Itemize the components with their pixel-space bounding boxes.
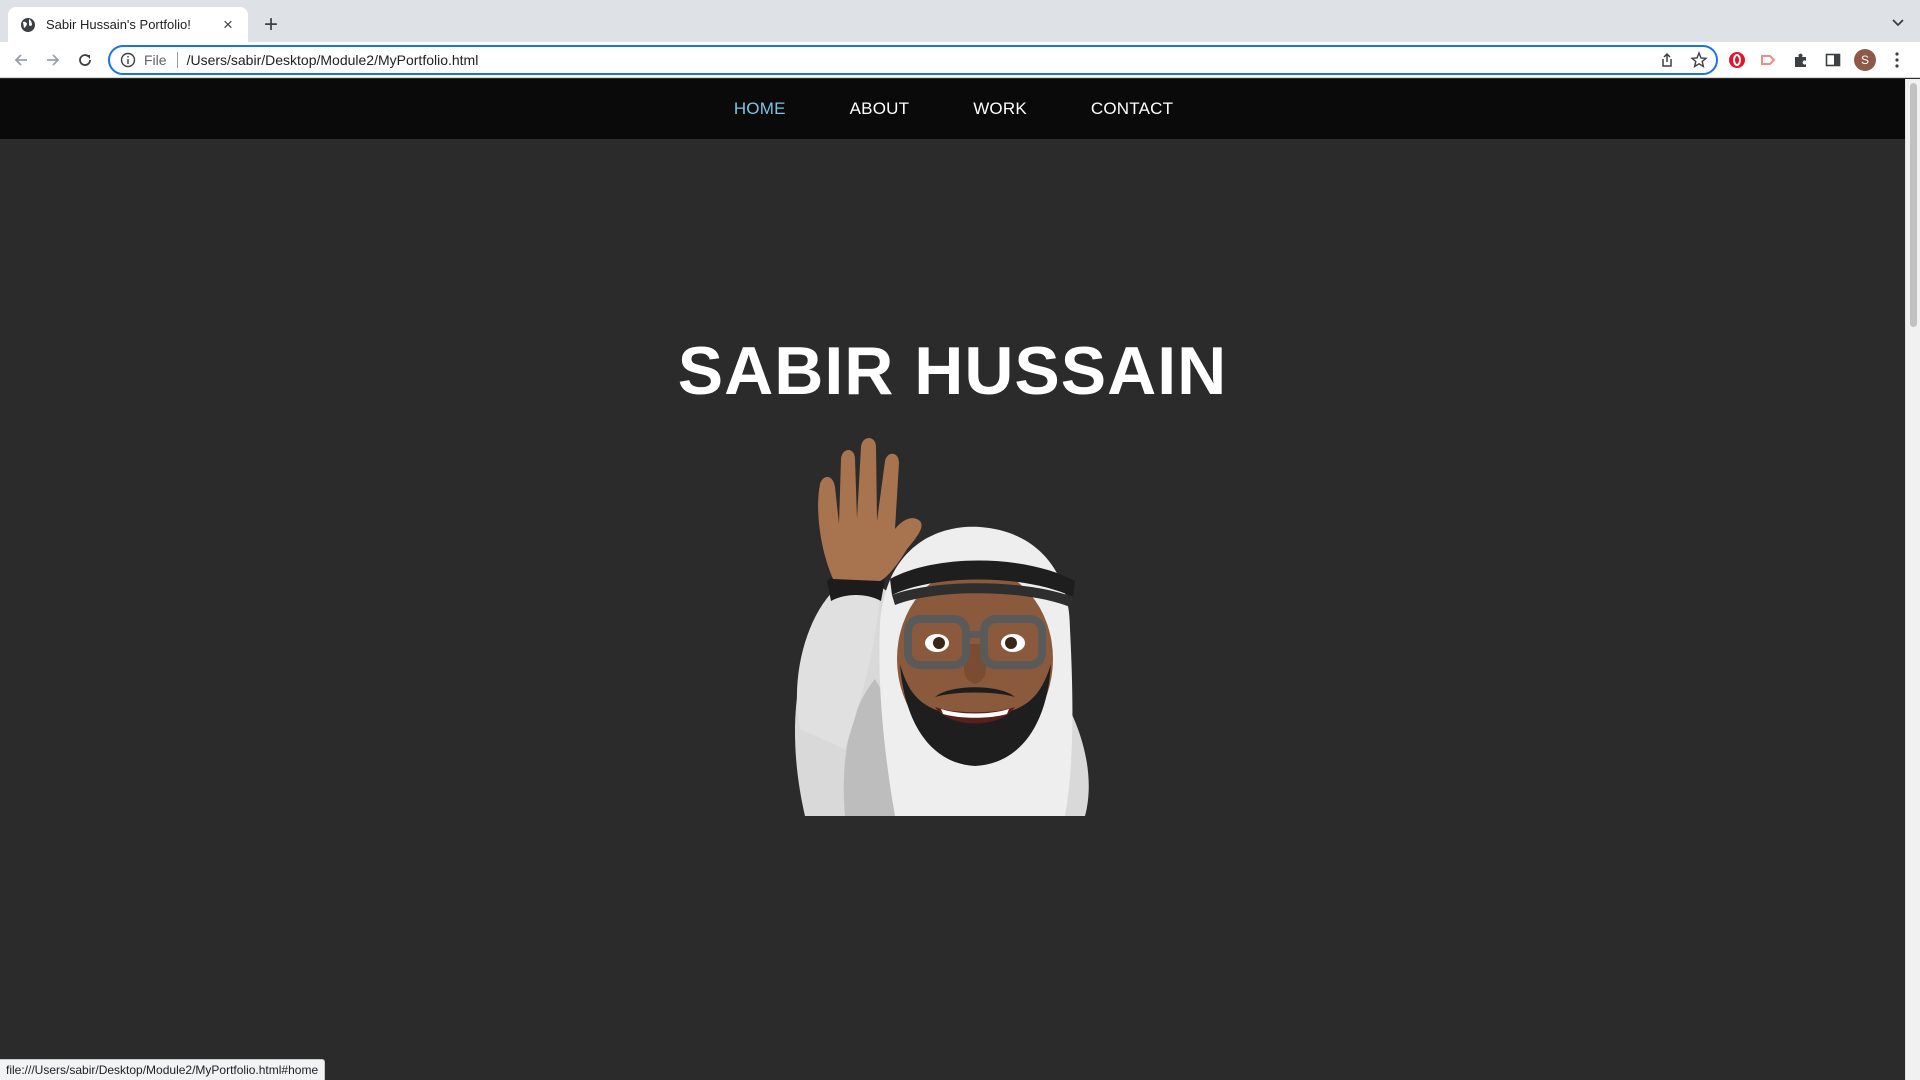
- forward-arrow-icon: [47, 54, 60, 66]
- nav-link-contact[interactable]: CONTACT: [1091, 99, 1173, 119]
- puzzle-extensions-icon[interactable]: [1790, 49, 1812, 71]
- nav-link-work[interactable]: WORK: [973, 99, 1027, 119]
- share-icon[interactable]: [1658, 51, 1676, 69]
- tab-strip: Sabir Hussain's Portfolio! × +: [0, 0, 1920, 42]
- cast-extension-icon[interactable]: [1758, 49, 1780, 71]
- vertical-scrollbar[interactable]: [1905, 79, 1920, 1080]
- reload-icon: [79, 54, 91, 66]
- address-separator: [176, 52, 178, 68]
- nav-link-about[interactable]: ABOUT: [850, 99, 910, 119]
- address-bar-actions: [1658, 51, 1708, 69]
- site-navbar: HOME ABOUT WORK CONTACT: [0, 79, 1905, 139]
- scrollbar-thumb[interactable]: [1910, 83, 1917, 327]
- profile-avatar: S: [1854, 49, 1876, 71]
- new-tab-button[interactable]: +: [258, 12, 284, 38]
- browser-menu-button[interactable]: [1886, 49, 1908, 71]
- link-status-bar: file:///Users/sabir/Desktop/Module2/MyPo…: [0, 1059, 326, 1080]
- waving-memoji-avatar: [795, 438, 1089, 816]
- tab-title: Sabir Hussain's Portfolio!: [46, 17, 191, 32]
- profile-avatar-button[interactable]: S: [1854, 49, 1876, 71]
- close-tab-icon[interactable]: ×: [218, 15, 238, 35]
- kebab-menu-icon: [1895, 52, 1899, 68]
- hero-title: SABIR HUSSAIN: [677, 333, 1228, 409]
- globe-icon: [21, 17, 35, 32]
- reload-button[interactable]: [74, 49, 96, 71]
- tab-search-chevron-icon[interactable]: [1890, 14, 1906, 30]
- adblock-extension-icon[interactable]: [1726, 49, 1748, 71]
- back-button[interactable]: [10, 49, 32, 71]
- back-arrow-icon: [14, 54, 27, 66]
- extension-toolbar: S: [1726, 49, 1908, 71]
- address-bar[interactable]: File /Users/sabir/Desktop/Module2/MyPort…: [108, 45, 1718, 75]
- nav-link-home[interactable]: HOME: [734, 99, 786, 119]
- nav-links: HOME ABOUT WORK CONTACT: [0, 79, 1905, 139]
- url-text[interactable]: /Users/sabir/Desktop/Module2/MyPortfolio…: [187, 52, 479, 68]
- page-viewport: HOME ABOUT WORK CONTACT SABIR HUSSAIN: [0, 79, 1905, 1080]
- forward-button[interactable]: [42, 49, 64, 71]
- bookmark-star-icon[interactable]: [1690, 51, 1708, 69]
- browser-toolbar: File /Users/sabir/Desktop/Module2/MyPort…: [0, 42, 1920, 78]
- side-panel-icon[interactable]: [1822, 49, 1844, 71]
- browser-tab[interactable]: Sabir Hussain's Portfolio! ×: [8, 7, 248, 42]
- info-icon[interactable]: [120, 52, 136, 68]
- url-scheme-label: File: [144, 52, 167, 68]
